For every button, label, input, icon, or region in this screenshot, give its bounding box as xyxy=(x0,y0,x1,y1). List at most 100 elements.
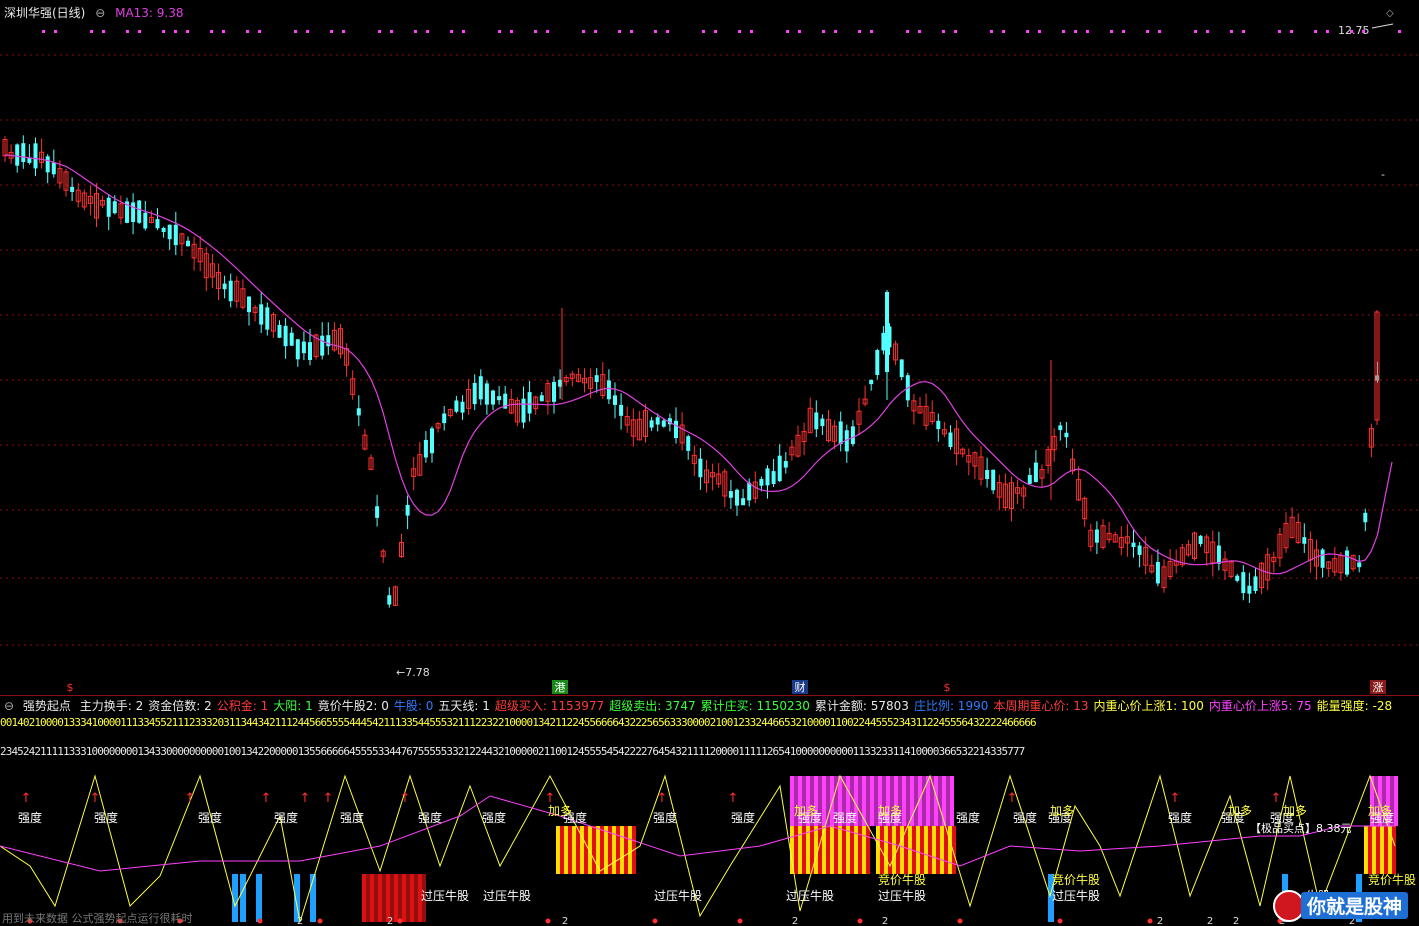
strength-label: 强度 xyxy=(94,810,118,825)
candle-down xyxy=(1155,561,1160,584)
candle-down xyxy=(15,144,20,166)
signal-dot xyxy=(138,30,141,33)
signal-dot xyxy=(462,30,465,33)
signal-dot xyxy=(1110,30,1113,33)
candle-down xyxy=(613,395,617,405)
candle-down xyxy=(1033,462,1038,482)
candle-down xyxy=(783,461,788,468)
signal-dot xyxy=(822,30,825,33)
count-mark: 2 xyxy=(297,916,303,926)
signal-dot xyxy=(414,30,417,33)
red-stripe-bar xyxy=(398,874,402,922)
candle-down xyxy=(356,408,361,416)
red-dot xyxy=(257,918,263,924)
price-high-arrow xyxy=(1371,23,1394,29)
candle-down xyxy=(454,400,459,412)
red-dot xyxy=(737,918,743,924)
magenta-stripe-bar xyxy=(914,776,918,826)
magenta-stripe-bar xyxy=(866,776,870,826)
add-long-label: 加多 xyxy=(794,804,818,818)
yellow-red-stripe-bar xyxy=(900,826,904,874)
magenta-stripe-bar xyxy=(870,776,874,826)
signal-dot xyxy=(330,30,333,33)
signal-dot xyxy=(798,30,801,33)
signal-dot xyxy=(1122,30,1125,33)
signal-dot xyxy=(1026,30,1029,33)
signal-dot xyxy=(186,30,189,33)
blue-bar xyxy=(256,874,262,922)
settings-circle-icon[interactable]: ⊖ xyxy=(95,6,105,20)
magenta-stripe-bar xyxy=(906,776,910,826)
strength-label: 强度 xyxy=(18,810,42,825)
strength-label: 强度 xyxy=(274,810,298,825)
candle-down xyxy=(259,304,264,325)
signal-dot xyxy=(786,30,789,33)
yellow-red-stripe-bar xyxy=(948,826,952,874)
red-stripe-bar xyxy=(406,874,410,922)
stock-title[interactable]: 深圳华强(日线) xyxy=(4,6,85,20)
candle-down xyxy=(1253,576,1258,591)
candle-down xyxy=(21,143,26,162)
candle-down xyxy=(143,212,148,229)
auction-bull-label: 竞价牛股 xyxy=(1052,872,1100,887)
signal-dot xyxy=(498,30,501,33)
yellow-red-stripe-bar xyxy=(1384,826,1388,874)
red-up-arrow: ↑ xyxy=(21,791,32,806)
indicator-chart[interactable]: ↑ ↑ ↑ ↑ ↑ ↑ ↑ ↑ ↑ ↑ ↑ ↑ ↑强度 强度 强度 强度 强度 强度 强度 强度 强度 强度 强度 强度 强度强… xyxy=(0,696,1419,926)
candle-down xyxy=(155,219,160,229)
candle-down xyxy=(1216,545,1221,564)
candle-down xyxy=(1320,549,1325,568)
red-stripe-bar xyxy=(402,874,406,922)
red-dot xyxy=(957,918,963,924)
pressure-bull-label: 过压牛股 xyxy=(1052,888,1100,903)
magenta-stripe-bar xyxy=(946,776,950,826)
candle-down xyxy=(777,455,782,482)
signal-dot xyxy=(1398,30,1401,33)
yellow-red-stripe-bar xyxy=(940,826,944,874)
candle-down xyxy=(527,392,532,414)
signal-dot xyxy=(1194,30,1197,33)
yellow-red-stripe-bar xyxy=(576,826,580,874)
signal-dot xyxy=(618,30,621,33)
candle-down xyxy=(161,227,166,232)
signal-dot xyxy=(378,30,381,33)
signal-dot xyxy=(510,30,513,33)
red-up-arrow: ↑ xyxy=(1007,791,1018,806)
signal-dot xyxy=(666,30,669,33)
signal-dot xyxy=(342,30,345,33)
pressure-bull-label: 过压牛股 xyxy=(483,888,531,903)
red-up-arrow: ↑ xyxy=(300,791,311,806)
strength-label: 强度 xyxy=(653,810,677,825)
yellow-red-stripe-bar xyxy=(814,826,818,874)
candle-down xyxy=(539,395,544,402)
signal-dot xyxy=(1230,30,1233,33)
candlestick-chart[interactable]: 12.75 ←7.78 - ◇ $ 港 财 $ 涨 xyxy=(0,0,1419,694)
candle-down xyxy=(1058,425,1063,431)
candle-down xyxy=(838,421,843,444)
candle-down xyxy=(698,458,703,478)
signal-dot xyxy=(594,30,597,33)
yellow-red-stripe-bar xyxy=(560,826,564,874)
magenta-stripe-bar xyxy=(858,776,862,826)
add-long-label: 加多 xyxy=(1228,804,1252,818)
yellow-red-stripe-bar xyxy=(924,826,928,874)
candle-down xyxy=(735,489,739,506)
candle-down xyxy=(869,379,874,385)
signal-dot xyxy=(714,30,717,33)
signal-dot xyxy=(1158,30,1161,33)
signal-dot xyxy=(1326,30,1329,33)
candle-down xyxy=(405,504,410,516)
candle-down xyxy=(1247,585,1252,594)
yellow-red-stripe-bar xyxy=(842,826,846,874)
candle-down xyxy=(137,200,142,223)
candle-down xyxy=(649,420,654,428)
event-marker: $ xyxy=(944,681,951,694)
strength-label: 强度 xyxy=(1168,810,1192,825)
red-up-arrow: ↑ xyxy=(90,791,101,806)
blue-bar xyxy=(240,874,246,922)
signal-dot xyxy=(738,30,741,33)
event-marker: 财 xyxy=(795,680,806,694)
signal-dot xyxy=(630,30,633,33)
yellow-red-stripe-bar xyxy=(838,826,842,874)
red-dot xyxy=(397,918,403,924)
